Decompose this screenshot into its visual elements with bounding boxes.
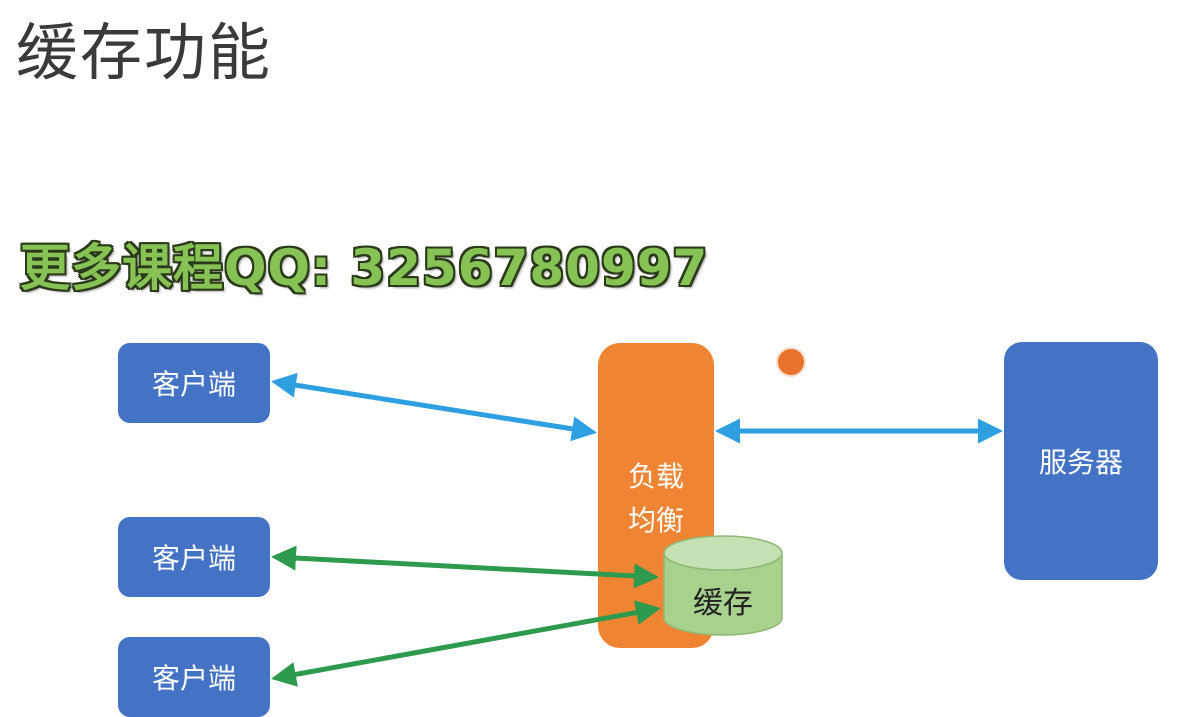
diagram-overlay — [271, 372, 1003, 687]
edge-client1-loadbalancer — [271, 372, 597, 442]
edge-client2-cache — [271, 545, 659, 589]
edge-client3-cache — [271, 600, 661, 687]
cache-label: 缓存 — [693, 586, 753, 621]
cache-cylinder-top — [663, 535, 783, 571]
